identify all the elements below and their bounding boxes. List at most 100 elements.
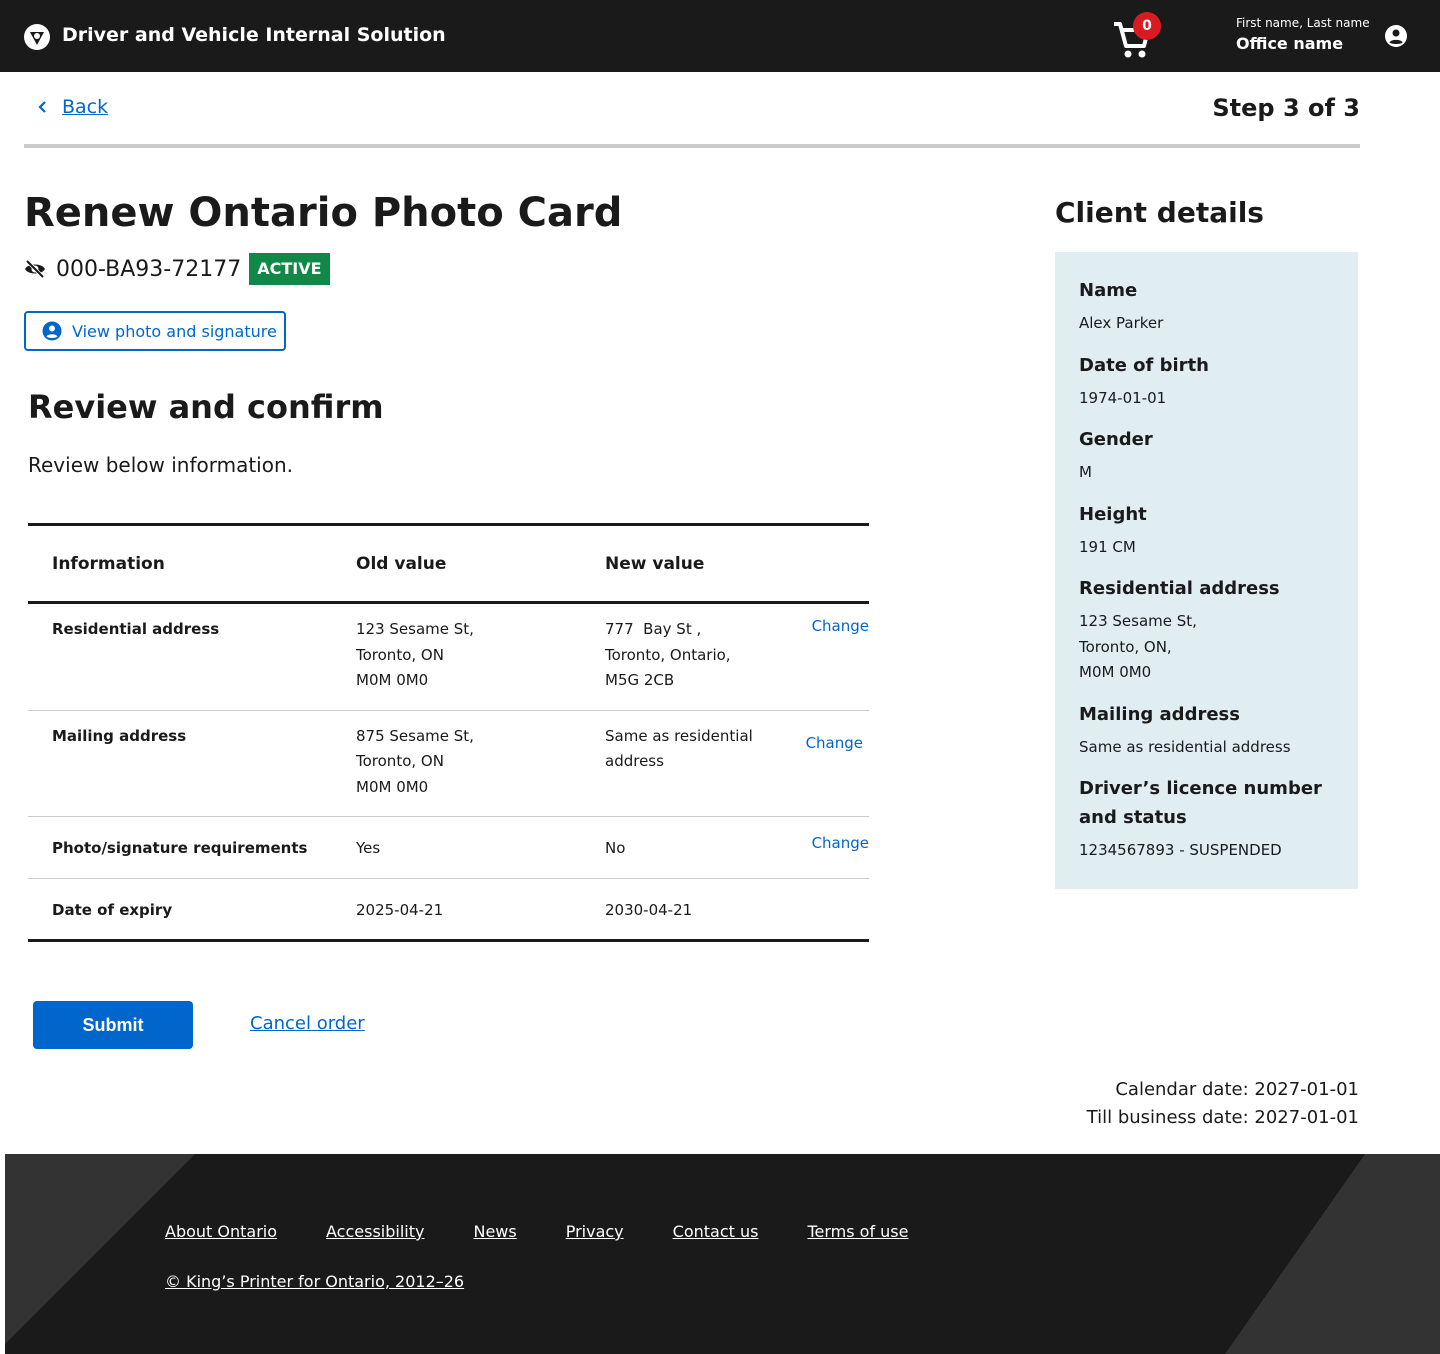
new-value-line: 777 Bay St , (605, 620, 702, 638)
table-row: Photo/signature requirements Yes No Chan… (28, 816, 869, 879)
client-field-value: 123 Sesame St, Toronto, ON, M0M 0M0 (1079, 609, 1334, 686)
client-field-label: Name (1079, 280, 1138, 301)
old-value-line: Toronto, ON (356, 752, 444, 770)
new-value-cell: Same as residential address (605, 710, 797, 817)
client-field-value: 1974-01-01 (1079, 386, 1334, 412)
client-field-label: Date of birth (1079, 354, 1209, 376)
footer-link-terms[interactable]: Terms of use (807, 1222, 908, 1241)
info-cell: Photo/signature requirements (28, 816, 356, 879)
old-value-cell: 2025-04-21 (356, 878, 605, 942)
action-cell: Change (797, 816, 869, 879)
client-value-line: 1234567893 - SUSPENDED (1079, 841, 1282, 859)
old-value-cell: Yes (356, 816, 605, 879)
new-value-line: 2030-04-21 (605, 900, 693, 919)
old-value-line: M0M 0M0 (356, 671, 429, 689)
footer-links: About Ontario Accessibility News Privacy… (165, 1222, 957, 1241)
chevron-left-icon (38, 101, 46, 113)
old-value-line: Toronto, ON (356, 645, 444, 664)
client-details-title: Client details (1055, 196, 1264, 229)
new-value-cell: 2030-04-21 (605, 878, 797, 942)
old-value-line: Yes (356, 839, 381, 857)
card-number-row: 000-BA93-72177 ACTIVE (24, 253, 330, 285)
back-label: Back (62, 96, 109, 118)
user-name: First name, Last name (1236, 16, 1370, 30)
old-value-cell: 875 Sesame St, Toronto, ON M0M 0M0 (356, 710, 605, 817)
client-field-value: Same as residential address (1079, 735, 1334, 761)
change-photo-signature-link[interactable]: Change (812, 834, 869, 852)
column-header: Information (28, 523, 356, 604)
back-link[interactable]: Back (36, 96, 108, 118)
ontario-trillium-icon[interactable] (24, 24, 50, 50)
info-cell: Residential address (28, 602, 356, 711)
card-number: 000-BA93-72177 (56, 256, 242, 282)
footer-link-about[interactable]: About Ontario (165, 1222, 277, 1241)
section-description: Review below information. (28, 453, 294, 477)
client-field-label: Gender (1079, 429, 1153, 450)
till-business-date: Till business date: 2027-01-01 (1086, 1107, 1359, 1128)
client-value-line: M0M 0M0 (1079, 663, 1152, 681)
client-value-line: Alex Parker (1079, 314, 1164, 332)
action-cell (797, 878, 869, 942)
table-row: Date of expiry 2025-04-21 2030-04-21 (28, 878, 869, 942)
old-value-cell: 123 Sesame St, Toronto, ON M0M 0M0 (356, 602, 605, 711)
client-field-label: Mailing address (1079, 703, 1240, 725)
eye-off-icon[interactable] (24, 258, 46, 280)
client-value-line: M (1079, 463, 1092, 481)
client-field-label: Height (1079, 503, 1147, 525)
new-value-line: Same as residential (605, 726, 753, 745)
business-dates: Calendar date: 2027-01-01 Till business … (1087, 1076, 1359, 1132)
copyright-link[interactable]: © King’s Printer for Ontario, 2012–26 (165, 1272, 464, 1291)
cancel-order-link[interactable]: Cancel order (250, 1013, 365, 1034)
old-value-line: 875 Sesame St, (356, 726, 474, 745)
action-cell: Change (797, 710, 869, 817)
new-value-line: Toronto, Ontario, (605, 645, 731, 664)
client-value-line: 123 Sesame St, (1079, 612, 1197, 630)
client-value-line: Same as residential address (1079, 737, 1291, 756)
client-field-value: M (1079, 460, 1334, 486)
column-header: New value (605, 523, 797, 604)
footer-link-privacy[interactable]: Privacy (566, 1222, 624, 1241)
column-header-action (797, 523, 869, 604)
footer: About Ontario Accessibility News Privacy… (5, 1154, 1440, 1354)
change-residential-address-link[interactable]: Change (812, 617, 869, 635)
view-photo-signature-button[interactable]: View photo and signature (24, 311, 286, 351)
client-field-label: Residential address (1079, 578, 1280, 599)
client-field-label: Driver’s licence number and status (1079, 778, 1322, 828)
account-circle-icon (42, 321, 62, 341)
client-details-panel: Name Alex Parker Date of birth 1974-01-0… (1055, 252, 1358, 889)
info-cell: Date of expiry (28, 878, 356, 942)
calendar-date: Calendar date: 2027-01-01 (1115, 1079, 1359, 1100)
view-photo-label: View photo and signature (72, 321, 277, 341)
page-title: Renew Ontario Photo Card (24, 190, 623, 236)
client-value-line: 191 CM (1079, 537, 1136, 556)
client-value-line: 1974-01-01 (1079, 388, 1167, 407)
footer-link-news[interactable]: News (473, 1222, 516, 1241)
new-value-cell: No (605, 816, 797, 879)
footer-link-contact[interactable]: Contact us (673, 1222, 759, 1241)
client-value-line: Toronto, ON, (1079, 637, 1172, 656)
action-cell: Change (797, 602, 869, 711)
status-badge: ACTIVE (249, 253, 330, 285)
old-value-line: 123 Sesame St, (356, 620, 474, 638)
section-title: Review and confirm (28, 388, 384, 426)
top-bar: Driver and Vehicle Internal Solution 0 F… (0, 0, 1440, 72)
header-divider (24, 144, 1360, 148)
step-indicator: Step 3 of 3 (1212, 94, 1360, 122)
table-row: Mailing address 875 Sesame St, Toronto, O… (28, 710, 869, 817)
footer-link-accessibility[interactable]: Accessibility (326, 1222, 424, 1241)
cart-count-badge: 0 (1133, 12, 1161, 40)
review-table: Information Old value New value Resident… (28, 523, 869, 942)
table-row: Residential address 123 Sesame St, Toront… (28, 602, 869, 711)
new-value-line: M5G 2CB (605, 671, 675, 689)
submit-button[interactable]: Submit (33, 1001, 193, 1049)
old-value-line: M0M 0M0 (356, 777, 429, 796)
client-field-value: Alex Parker (1079, 311, 1334, 337)
new-value-line: No (605, 839, 626, 857)
change-mailing-address-link[interactable]: Change (806, 734, 863, 752)
app-title: Driver and Vehicle Internal Solution (62, 24, 446, 46)
new-value-cell: 777 Bay St , Toronto, Ontario, M5G 2CB (605, 602, 797, 711)
new-value-line: address (605, 752, 664, 770)
client-field-value: 1234567893 - SUSPENDED (1079, 838, 1334, 864)
user-info: First name, Last name Office name (1236, 16, 1370, 53)
account-circle-icon[interactable] (1384, 24, 1408, 48)
